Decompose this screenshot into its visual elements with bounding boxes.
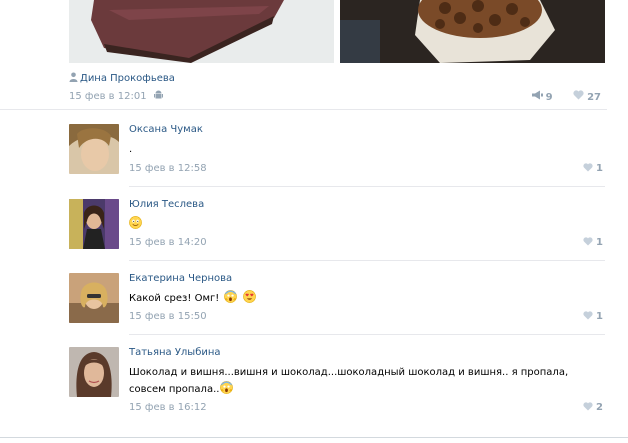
megaphone-icon [531, 90, 543, 100]
repost-button[interactable]: 9 [531, 90, 553, 103]
comment-like-button[interactable]: 1 [583, 163, 603, 174]
post-like-button[interactable]: 27 [573, 90, 601, 103]
comment-like-count: 1 [596, 311, 603, 322]
comment-author[interactable]: Юлия Теслева [129, 199, 204, 210]
comment-divider [129, 260, 605, 261]
comment-like-count: 1 [596, 163, 603, 174]
heart-icon [583, 311, 593, 320]
comment-text [129, 216, 599, 233]
comment-author[interactable]: Екатерина Чернова [129, 273, 232, 284]
comment-author[interactable]: Татьяна Улыбина [129, 347, 221, 358]
smile-emoji [129, 216, 142, 229]
comment-divider [129, 186, 605, 187]
comment-text: Какой срез! Омг! [129, 290, 599, 307]
comment-date[interactable]: 15 фев в 12:58 [129, 163, 207, 174]
heart-icon [573, 90, 584, 100]
comment-date[interactable]: 15 фев в 16:12 [129, 402, 207, 413]
repost-count: 9 [545, 91, 553, 103]
post-divider [0, 109, 607, 110]
android-icon [153, 90, 163, 99]
comment-text: . [129, 144, 133, 155]
comment-like-button[interactable]: 1 [583, 311, 603, 322]
person-icon [69, 72, 78, 82]
heart-icon [583, 163, 593, 172]
comment-like-button[interactable]: 1 [583, 237, 603, 248]
post-meta: 15 фев в 12:01 [69, 90, 163, 102]
chocolate-cake-photo[interactable] [340, 0, 605, 63]
scream-emoji [224, 290, 238, 303]
heart-icon [583, 237, 593, 246]
comment-author[interactable]: Оксана Чумак [129, 124, 203, 135]
comment: Юлия Теслева 15 фев в 14:20 1 [69, 199, 605, 275]
post-author[interactable]: Дина Прокофьева [69, 72, 175, 84]
post-author-name[interactable]: Дина Прокофьева [80, 73, 175, 84]
comment-like-count: 1 [596, 237, 603, 248]
avatar[interactable] [69, 273, 119, 323]
comment: Татьяна Улыбина Шоколад и вишня...вишня … [69, 347, 605, 432]
avatar[interactable] [69, 347, 119, 397]
post-stats: 9 27 [531, 90, 601, 103]
comment-date[interactable]: 15 фев в 14:20 [129, 237, 207, 248]
heart-icon [583, 402, 593, 411]
avatar[interactable] [69, 199, 119, 249]
comment-like-button[interactable]: 2 [583, 402, 603, 413]
comment-date[interactable]: 15 фев в 15:50 [129, 311, 207, 322]
comment-like-count: 2 [596, 402, 603, 413]
comment-text: Шоколад и вишня...вишня и шоколад...шоко… [129, 367, 569, 395]
post-like-count: 27 [587, 91, 601, 103]
scream-emoji [220, 381, 234, 394]
heart-eyes-emoji [242, 290, 256, 303]
bottom-divider [0, 437, 628, 438]
comment: Оксана Чумак . 15 фев в 12:58 1 [69, 124, 605, 200]
comment-divider [129, 334, 605, 335]
post-photos [69, 0, 605, 63]
comment: Екатерина Чернова Какой срез! Омг! 15 фе… [69, 273, 605, 349]
cake-slice-photo[interactable] [69, 0, 334, 63]
post-date[interactable]: 15 фев в 12:01 [69, 91, 147, 102]
avatar[interactable] [69, 124, 119, 174]
